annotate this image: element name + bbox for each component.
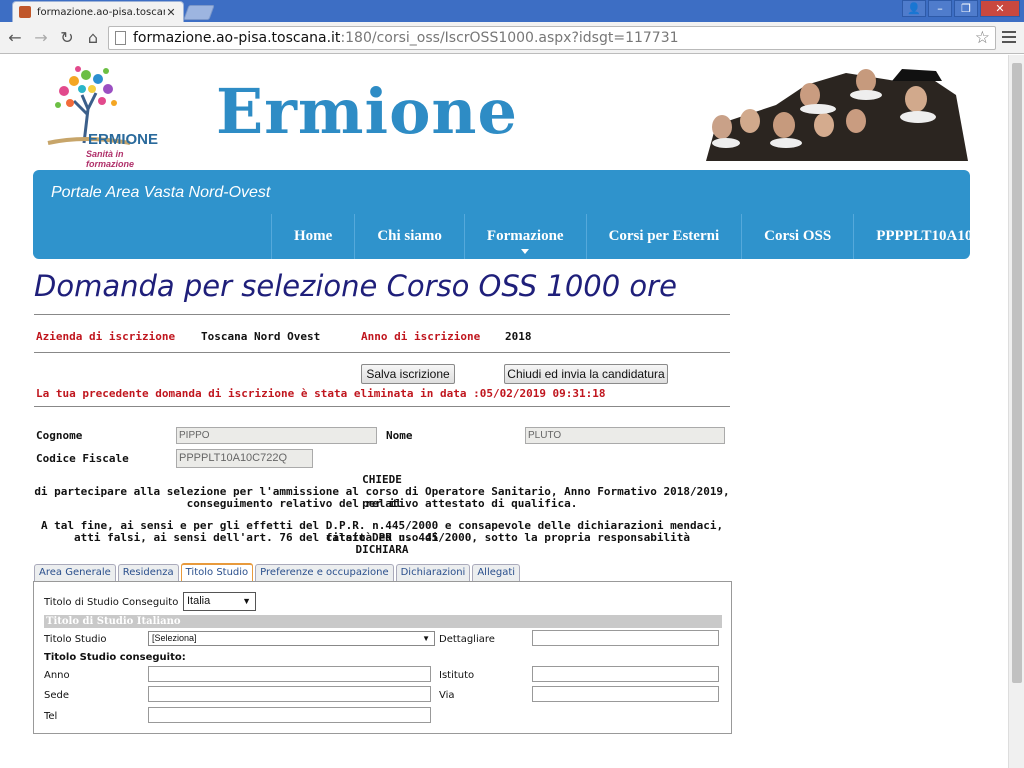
logo-text: ERMIONE — [88, 131, 159, 148]
titolo-studio-panel: Titolo di Studio Conseguito Italia ▼ Tit… — [33, 581, 732, 734]
favicon-icon — [19, 6, 31, 18]
new-tab-button[interactable] — [183, 5, 215, 20]
anatomy-lesson-painting — [706, 65, 968, 161]
window-controls: 👤 – ❐ ✕ — [902, 0, 1020, 17]
ermione-logo[interactable]: ERMIONE Sanità in formazione — [36, 65, 172, 169]
codice-fiscale-label: Codice Fiscale — [36, 452, 129, 465]
forward-arrow-icon[interactable]: → — [30, 27, 52, 49]
brand-title: Ermione — [216, 75, 518, 148]
conseguito-heading: Titolo Studio conseguito: — [44, 652, 186, 663]
tab-close-icon[interactable]: ✕ — [165, 6, 177, 19]
tab-allegati[interactable]: Allegati — [472, 564, 521, 581]
via-label: Via — [439, 690, 455, 701]
portal-title: Portale Area Vasta Nord-Ovest — [51, 184, 271, 201]
istituto-label: Istituto — [439, 670, 475, 681]
caret-down-icon — [521, 249, 530, 254]
anno-label: Anno di iscrizione — [361, 330, 481, 343]
address-bar[interactable]: formazione.ao-pisa.toscana.it:180/corsi_… — [108, 26, 996, 50]
tab-dichiarazioni[interactable]: Dichiarazioni — [395, 564, 471, 581]
user-icon[interactable]: 👤 — [902, 0, 926, 17]
istituto-input[interactable] — [532, 666, 719, 682]
nav-corsi-oss[interactable]: Corsi OSS — [741, 214, 853, 259]
dettagliare-label: Dettagliare — [439, 634, 495, 645]
titolo-studio-select[interactable]: [Seleziona] ▼ — [148, 631, 435, 646]
form-tabs: Area Generale Residenza Titolo Studio Pr… — [34, 563, 521, 582]
deletion-notice: La tua precedente domanda di iscrizione … — [36, 387, 606, 400]
browser-toolbar: ← → ↻ ⌂ formazione.ao-pisa.toscana.it:18… — [0, 22, 1024, 54]
section-header: Titolo di Studio Italiano — [44, 615, 722, 628]
nome-label: Nome — [386, 429, 413, 442]
page-title: Domanda per selezione Corso OSS 1000 ore — [34, 269, 677, 303]
nav-formazione[interactable]: Formazione — [463, 214, 586, 259]
menu-icon[interactable] — [1002, 28, 1016, 46]
divider — [34, 406, 730, 407]
tel-input[interactable] — [148, 707, 431, 723]
titolo-studio-label: Titolo Studio — [44, 634, 107, 645]
country-select[interactable]: Italia ▼ — [183, 592, 256, 611]
bookmark-star-icon[interactable]: ☆ — [975, 28, 990, 48]
submit-application-button[interactable]: Chiudi ed invia la candidatura — [504, 364, 668, 384]
maximize-button[interactable]: ❐ — [954, 0, 978, 17]
conseguito-label: Titolo di Studio Conseguito — [44, 597, 179, 608]
anno-label: Anno — [44, 670, 70, 681]
anno-input[interactable] — [148, 666, 431, 682]
nome-field[interactable]: PLUTO — [525, 427, 725, 444]
titolo-studio-select-value: [Seleziona] — [152, 633, 197, 643]
tab-area-generale[interactable]: Area Generale — [34, 564, 116, 581]
save-button[interactable]: Salva iscrizione — [361, 364, 455, 384]
sede-input[interactable] — [148, 686, 431, 702]
sede-label: Sede — [44, 690, 69, 701]
tab-titolo-studio[interactable]: Titolo Studio — [180, 563, 254, 581]
tel-label: Tel — [44, 711, 58, 722]
cognome-field[interactable]: PIPPO — [176, 427, 377, 444]
tab-title: formazione.ao-pisa.toscana.it — [37, 6, 165, 18]
dropdown-arrow-icon: ▼ — [422, 634, 430, 643]
minimize-button[interactable]: – — [928, 0, 952, 17]
dettagliare-input[interactable] — [532, 630, 719, 646]
url-path: :180/corsi_oss/IscrOSS1000.aspx?idsgt=11… — [340, 30, 679, 46]
nav-corsi-esterni[interactable]: Corsi per Esterni — [585, 214, 742, 259]
logo-subtitle: Sanità in formazione — [86, 149, 135, 169]
browser-titlebar: formazione.ao-pisa.toscana.it ✕ 👤 – ❐ ✕ — [0, 0, 1024, 22]
page-viewport: ERMIONE Sanità in formazione Ermione Por… — [0, 55, 1008, 768]
divider — [34, 352, 730, 353]
browser-tab[interactable]: formazione.ao-pisa.toscana.it ✕ — [12, 1, 184, 22]
dropdown-arrow-icon: ▼ — [242, 596, 251, 606]
azienda-label: Azienda di iscrizione — [36, 330, 176, 343]
back-arrow-icon[interactable]: ← — [4, 27, 26, 49]
nav-user-code[interactable]: PPPPLT10A10C722Q — [853, 214, 1008, 259]
page-icon — [115, 31, 126, 45]
home-icon[interactable]: ⌂ — [82, 27, 104, 49]
divider — [34, 314, 730, 315]
tab-residenza[interactable]: Residenza — [117, 564, 179, 581]
anno-value: 2018 — [505, 330, 532, 343]
close-window-button[interactable]: ✕ — [980, 0, 1020, 17]
page-scrollbar[interactable] — [1008, 55, 1024, 768]
nav-menu: Home Chi siamo Formazione Corsi per Este… — [271, 214, 1008, 259]
url-host: formazione.ao-pisa.toscana.it — [133, 30, 341, 46]
main-navbar: Portale Area Vasta Nord-Ovest Home Chi s… — [33, 170, 1008, 259]
azienda-value: Toscana Nord Ovest — [201, 330, 321, 343]
reload-icon[interactable]: ↻ — [56, 27, 78, 49]
nav-home[interactable]: Home — [271, 214, 354, 259]
codice-fiscale-field[interactable]: PPPPLT10A10C722Q — [176, 449, 313, 468]
tab-preferenze[interactable]: Preferenze e occupazione — [255, 564, 394, 581]
nav-chi-siamo[interactable]: Chi siamo — [354, 214, 464, 259]
cognome-label: Cognome — [36, 429, 83, 442]
scrollbar-thumb[interactable] — [1012, 63, 1022, 683]
via-input[interactable] — [532, 686, 719, 702]
nav-formazione-label: Formazione — [486, 228, 564, 244]
dichiara-heading: DICHIARA — [355, 543, 409, 556]
country-select-value: Italia — [187, 595, 211, 607]
declaration-line-2: conseguimento relativo del relativo atte… — [186, 497, 578, 510]
